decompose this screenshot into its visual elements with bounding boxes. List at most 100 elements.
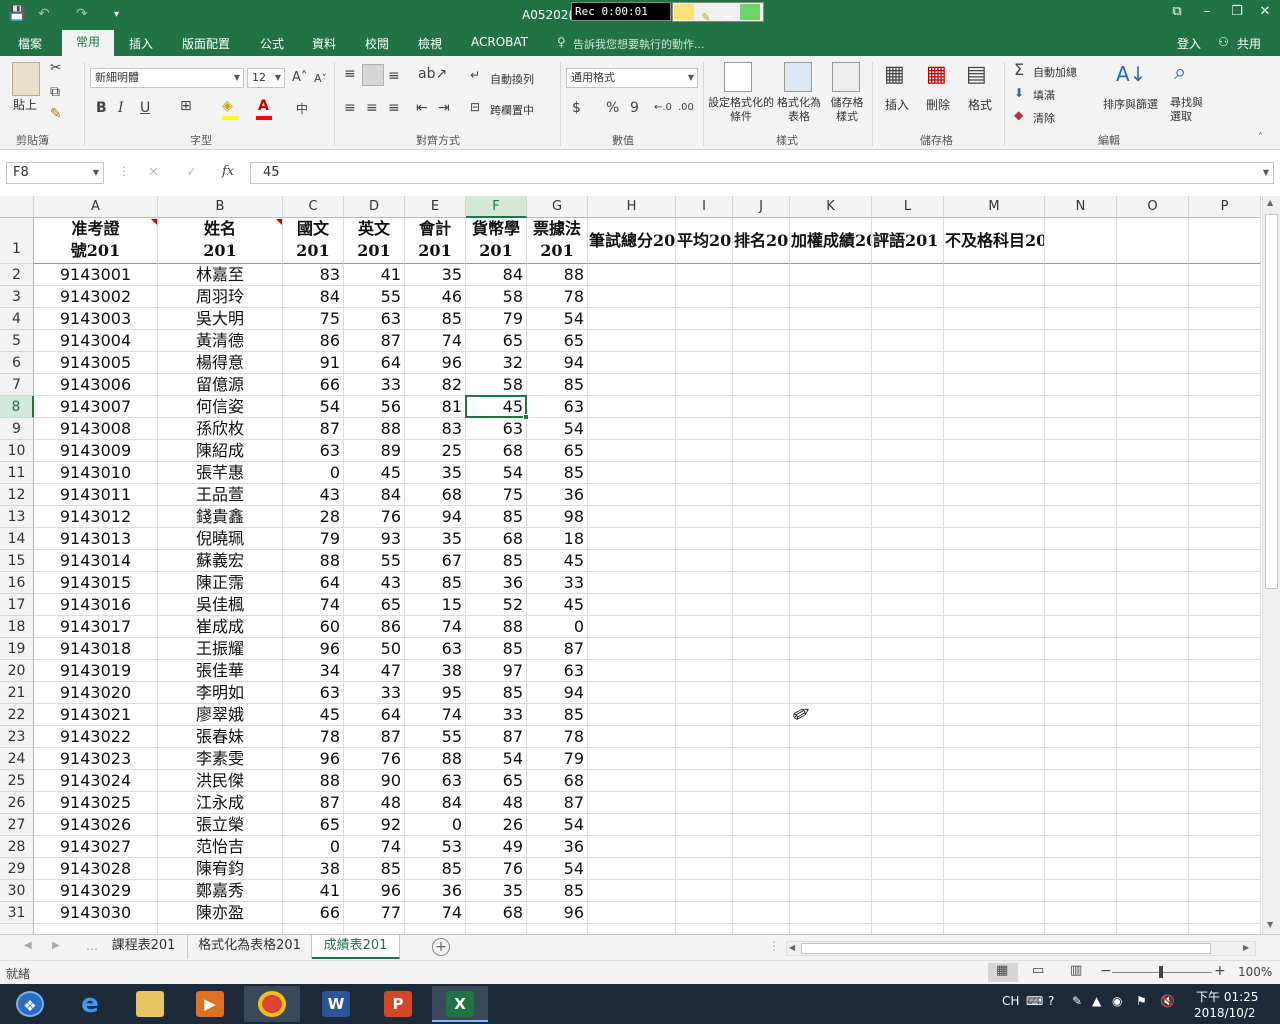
table-cell[interactable]: 75 [283,308,344,330]
header-cell[interactable]: 評語201 [872,218,944,264]
table-cell[interactable]: 陳亦盈 [158,902,283,924]
table-cell[interactable] [588,924,676,934]
table-cell[interactable] [1189,594,1261,616]
table-cell[interactable] [944,484,1045,506]
horizontal-scrollbar[interactable]: ◀ ▶ [786,941,1256,956]
table-cell[interactable] [405,924,466,934]
tab-acrobat[interactable]: ACROBAT [471,35,528,49]
table-cell[interactable]: 9143019 [34,660,158,682]
table-cell[interactable] [872,374,944,396]
format-as-table-button[interactable]: 格式化為表格 [774,96,824,124]
table-cell[interactable] [944,836,1045,858]
table-cell[interactable]: 92 [344,814,405,836]
table-cell[interactable]: 李明如 [158,682,283,704]
formula-input[interactable]: 45 ▼ [250,162,1274,184]
table-cell[interactable] [872,286,944,308]
column-header[interactable]: H [588,196,676,218]
table-cell[interactable]: 9143020 [34,682,158,704]
table-cell[interactable]: 9143012 [34,506,158,528]
collapse-ribbon-icon[interactable]: ˄ [1258,132,1263,143]
table-cell[interactable]: 46 [405,286,466,308]
table-cell[interactable]: 鄭嘉秀 [158,880,283,902]
table-cell[interactable] [588,528,676,550]
table-cell[interactable] [733,286,790,308]
table-cell[interactable]: 85 [527,880,588,902]
table-cell[interactable] [283,924,344,934]
table-cell[interactable] [872,308,944,330]
table-cell[interactable] [1189,396,1261,418]
table-cell[interactable] [872,572,944,594]
table-cell[interactable]: 35 [405,528,466,550]
table-cell[interactable] [588,858,676,880]
table-cell[interactable] [1189,616,1261,638]
table-cell[interactable]: 84 [344,484,405,506]
table-cell[interactable]: 33 [344,682,405,704]
table-cell[interactable] [588,484,676,506]
row-header[interactable]: 15 [0,550,34,572]
table-cell[interactable] [1117,704,1189,726]
table-cell[interactable] [1189,308,1261,330]
table-cell[interactable]: 63 [466,418,527,440]
table-cell[interactable] [1117,264,1189,286]
table-cell[interactable] [733,572,790,594]
table-cell[interactable] [1189,462,1261,484]
table-cell[interactable]: 9143002 [34,286,158,308]
table-cell[interactable]: 36 [466,572,527,594]
table-cell[interactable] [733,704,790,726]
table-cell[interactable] [790,616,872,638]
table-cell[interactable] [1045,748,1117,770]
table-cell[interactable] [944,396,1045,418]
row-header[interactable]: 19 [0,638,34,660]
column-header[interactable]: D [344,196,405,218]
table-cell[interactable] [733,308,790,330]
table-cell[interactable] [676,440,733,462]
table-cell[interactable]: 87 [344,726,405,748]
table-cell[interactable] [676,330,733,352]
format-painter-icon[interactable]: ✎ [50,106,62,122]
table-cell[interactable]: 9143015 [34,572,158,594]
table-cell[interactable] [790,418,872,440]
table-cell[interactable]: 76 [344,748,405,770]
table-cell[interactable]: 0 [527,616,588,638]
table-cell[interactable] [872,924,944,934]
table-cell[interactable] [872,528,944,550]
table-cell[interactable]: 68 [405,484,466,506]
table-cell[interactable] [733,484,790,506]
table-cell[interactable] [1045,682,1117,704]
table-cell[interactable] [1189,418,1261,440]
table-cell[interactable]: 王品萱 [158,484,283,506]
table-cell[interactable] [944,660,1045,682]
table-cell[interactable]: 54 [466,748,527,770]
sheet-tab-grades[interactable]: 成績表201 [312,935,400,959]
table-cell[interactable] [872,396,944,418]
tab-home[interactable]: 常用 [62,30,114,56]
table-cell[interactable]: 9143017 [34,616,158,638]
table-cell[interactable] [676,638,733,660]
table-cell[interactable] [944,792,1045,814]
table-cell[interactable]: 9143005 [34,352,158,374]
table-cell[interactable]: 85 [466,682,527,704]
row-header[interactable]: 28 [0,836,34,858]
row-header[interactable]: 2 [0,264,34,286]
table-cell[interactable]: 65 [527,330,588,352]
table-cell[interactable]: 18 [527,528,588,550]
table-cell[interactable] [790,374,872,396]
table-cell[interactable] [1189,770,1261,792]
table-cell[interactable] [944,418,1045,440]
row-header[interactable]: 1 [0,218,34,264]
table-cell[interactable]: 88 [344,418,405,440]
table-cell[interactable] [944,616,1045,638]
vertical-scroll-thumb[interactable] [1265,214,1278,589]
table-cell[interactable]: 43 [283,484,344,506]
bold-button[interactable]: B [96,100,107,116]
close-button[interactable]: ✕ [1254,4,1276,24]
row-header[interactable]: 26 [0,792,34,814]
table-cell[interactable]: 吳佳楓 [158,594,283,616]
row-header[interactable]: 7 [0,374,34,396]
table-cell[interactable] [733,836,790,858]
table-cell[interactable]: 74 [405,704,466,726]
table-cell[interactable] [872,704,944,726]
table-cell[interactable]: 87 [344,330,405,352]
table-cell[interactable]: 87 [527,638,588,660]
table-cell[interactable]: 54 [283,396,344,418]
